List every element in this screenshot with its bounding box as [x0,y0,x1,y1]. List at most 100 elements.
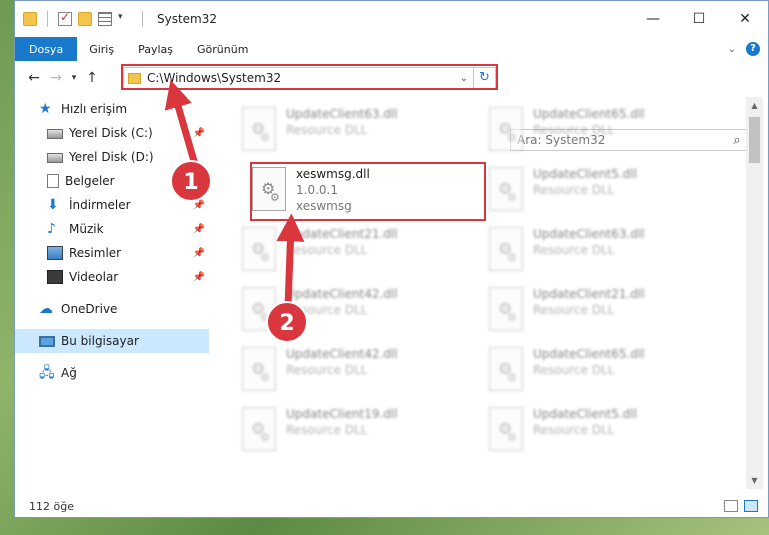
properties-check-icon[interactable] [58,10,72,26]
dll-file-icon [242,227,276,271]
file-tile[interactable]: UpdateClient5.dll Resource DLL [483,163,723,219]
tab-view[interactable]: Görünüm [185,37,260,61]
folder-icon [23,12,37,26]
file-type: Resource DLL [533,423,615,437]
pin-icon[interactable]: 📌 [193,224,205,235]
file-tile[interactable]: UpdateClient65.dll Resource DLL [483,103,723,159]
address-highlight-box [121,64,498,90]
sidebar-item-documents[interactable]: Belgeler 📌 [15,169,209,193]
file-list: UpdateClient63.dll Resource DLL UpdateCli… [210,97,745,489]
details-view-icon[interactable] [724,500,738,512]
file-type: Resource DLL [286,243,368,257]
file-tile[interactable]: UpdateClient21.dll Resource DLL [236,223,476,279]
computer-icon [39,335,55,347]
sidebar-item-label: Videolar [69,270,119,284]
file-tile[interactable]: UpdateClient5.dll Resource DLL [483,403,723,459]
title-bar: ▾ System32 — ☐ ✕ [15,1,768,37]
file-type: Resource DLL [286,363,368,377]
file-tile[interactable]: UpdateClient65.dll Resource DLL [483,343,723,399]
downloads-icon: ⬇ [47,197,59,213]
sidebar-item-network[interactable]: 🖧 Ağ [15,361,209,385]
pin-icon[interactable]: 📌 [193,272,205,283]
sidebar-item-label: Ağ [61,366,77,380]
file-name: UpdateClient42.dll [286,347,398,361]
close-button[interactable]: ✕ [722,1,768,37]
forward-arrow-icon[interactable]: → [45,70,67,86]
file-tile[interactable]: UpdateClient19.dll Resource DLL [236,403,476,459]
file-name: UpdateClient21.dll [533,287,645,301]
music-icon: ♪ [47,221,56,237]
file-tile[interactable]: UpdateClient42.dll Resource DLL [236,343,476,399]
file-type: Resource DLL [533,363,615,377]
sidebar-item-local-disk-c[interactable]: Yerel Disk (C:) 📌 [15,121,209,145]
pin-icon[interactable]: 📌 [193,176,205,187]
dll-file-icon [489,107,523,151]
sidebar-item-label: İndirmeler [69,198,131,212]
file-type: Resource DLL [286,303,368,317]
pin-icon[interactable]: 📌 [193,128,205,139]
selected-file-highlight-box [250,162,486,221]
file-type: Resource DLL [533,303,615,317]
recent-locations-dropdown-icon[interactable]: ▾ [67,73,81,83]
large-icons-view-icon[interactable] [744,500,758,512]
item-count: 112 öğe [29,499,74,513]
scroll-up-arrow-icon[interactable]: ▲ [746,97,763,114]
sidebar-item-label: Yerel Disk (D:) [69,150,154,164]
sidebar-item-this-pc[interactable]: Bu bilgisayar [15,329,209,353]
up-arrow-icon[interactable]: ↑ [81,70,103,86]
file-name: UpdateClient21.dll [286,227,398,241]
sidebar-item-label: Bu bilgisayar [61,334,139,348]
documents-icon [47,174,59,188]
dll-file-icon [242,287,276,331]
vertical-scrollbar[interactable]: ▲ ▼ [746,97,763,489]
sidebar-item-label: Yerel Disk (C:) [69,126,153,140]
file-type: Resource DLL [533,123,615,137]
sidebar-item-quick-access[interactable]: ★ Hızlı erişim [15,97,209,121]
scrollbar-thumb[interactable] [749,117,760,163]
sidebar-item-downloads[interactable]: ⬇ İndirmeler 📌 [15,193,209,217]
file-tile[interactable]: UpdateClient63.dll Resource DLL [236,103,476,159]
new-folder-icon[interactable] [78,12,92,26]
explorer-window: ▾ System32 — ☐ ✕ Dosya Giriş Paylaş Görü… [14,0,769,518]
sidebar-item-label: Hızlı erişim [61,102,128,116]
dll-file-icon [242,107,276,151]
help-icon[interactable]: ? [746,42,760,56]
maximize-button[interactable]: ☐ [676,1,722,37]
expand-ribbon-chevron-icon[interactable]: ⌄ [728,44,736,55]
window-title: System32 [157,12,218,26]
caption-buttons: — ☐ ✕ [630,1,768,37]
sidebar-item-videos[interactable]: Videolar 📌 [15,265,209,289]
file-name: UpdateClient42.dll [286,287,398,301]
file-name: UpdateClient63.dll [286,107,398,121]
file-name: UpdateClient5.dll [533,407,637,421]
pin-icon[interactable]: 📌 [193,248,205,259]
videos-icon [47,270,63,284]
tab-home[interactable]: Giriş [77,37,126,61]
file-name: UpdateClient19.dll [286,407,398,421]
sidebar-item-music[interactable]: ♪ Müzik 📌 [15,217,209,241]
sidebar-item-label: Belgeler [65,174,115,188]
sidebar-item-local-disk-d[interactable]: Yerel Disk (D:) [15,145,209,169]
properties-icon[interactable] [98,12,112,26]
sidebar-item-onedrive[interactable]: ☁ OneDrive [15,297,209,321]
separator [47,11,48,27]
file-name: UpdateClient65.dll [533,107,645,121]
pictures-icon [47,246,63,260]
minimize-button[interactable]: — [630,1,676,37]
navigation-pane: ★ Hızlı erişim Yerel Disk (C:) 📌 Yerel D… [15,97,209,489]
file-tile[interactable]: UpdateClient63.dll Resource DLL [483,223,723,279]
dll-file-icon [242,407,276,451]
back-arrow-icon[interactable]: ← [23,70,45,86]
customize-toolbar-dropdown-icon[interactable]: ▾ [118,12,132,26]
file-type: Resource DLL [533,243,615,257]
file-tile[interactable]: UpdateClient21.dll Resource DLL [483,283,723,339]
pin-icon[interactable]: 📌 [193,200,205,211]
file-tile[interactable]: UpdateClient42.dll Resource DLL [236,283,476,339]
sidebar-item-pictures[interactable]: Resimler 📌 [15,241,209,265]
tab-file[interactable]: Dosya [15,37,78,61]
quick-access-toolbar: ▾ System32 [23,10,218,27]
scroll-down-arrow-icon[interactable]: ▼ [746,472,763,489]
tab-share[interactable]: Paylaş [126,37,185,61]
dll-file-icon [489,347,523,391]
